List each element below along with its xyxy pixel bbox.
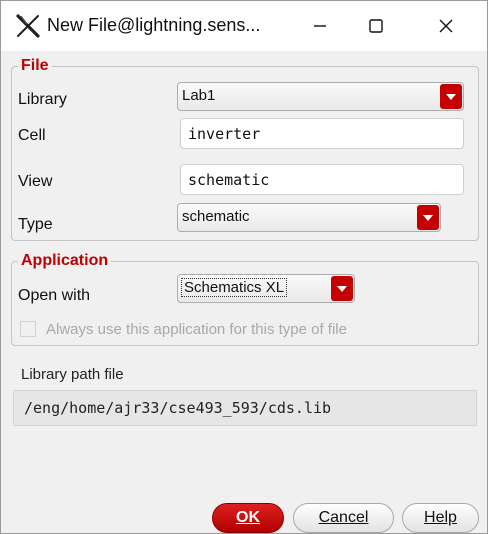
chevron-down-icon <box>331 276 353 301</box>
title-bar: New File@lightning.sens... <box>1 1 487 51</box>
always-use-label: Always use this application for this typ… <box>46 321 347 338</box>
cell-input[interactable]: inverter <box>180 118 464 149</box>
ok-button[interactable]: OK <box>212 503 284 533</box>
cell-label: Cell <box>18 127 46 144</box>
file-group-legend: File <box>21 57 49 74</box>
application-group-legend: Application <box>21 252 109 269</box>
view-label: View <box>18 173 53 190</box>
open-with-value: Schematics XL <box>181 278 288 297</box>
library-path-field: /eng/home/ajr33/cse493_593/cds.lib <box>13 390 477 426</box>
open-with-dropdown[interactable]: Schematics XL <box>177 274 355 303</box>
minimize-icon <box>314 25 326 27</box>
view-input[interactable]: schematic <box>180 164 464 195</box>
new-file-dialog: New File@lightning.sens... File Library … <box>0 0 488 534</box>
app-x-icon <box>16 14 40 38</box>
library-value: Lab1 <box>182 87 216 104</box>
cancel-button[interactable]: Cancel <box>293 503 394 533</box>
close-button[interactable] <box>423 9 469 43</box>
type-dropdown[interactable]: schematic <box>177 203 441 232</box>
close-icon <box>439 19 453 33</box>
open-with-label: Open with <box>18 287 91 304</box>
maximize-icon <box>369 19 383 33</box>
minimize-button[interactable] <box>297 9 343 43</box>
library-dropdown[interactable]: Lab1 <box>177 82 464 111</box>
maximize-button[interactable] <box>353 9 399 43</box>
library-label: Library <box>18 91 67 108</box>
type-value: schematic <box>182 208 250 225</box>
window-title: New File@lightning.sens... <box>47 15 261 35</box>
chevron-down-icon <box>417 205 439 230</box>
library-path-label: Library path file <box>21 366 124 383</box>
cancel-button-label: Cancel <box>318 509 369 526</box>
help-button[interactable]: Help <box>402 503 479 533</box>
always-use-checkbox[interactable] <box>20 321 36 337</box>
chevron-down-icon <box>440 84 462 109</box>
help-button-label: Help <box>424 509 457 526</box>
ok-button-label: OK <box>236 509 260 526</box>
type-label: Type <box>18 216 53 233</box>
